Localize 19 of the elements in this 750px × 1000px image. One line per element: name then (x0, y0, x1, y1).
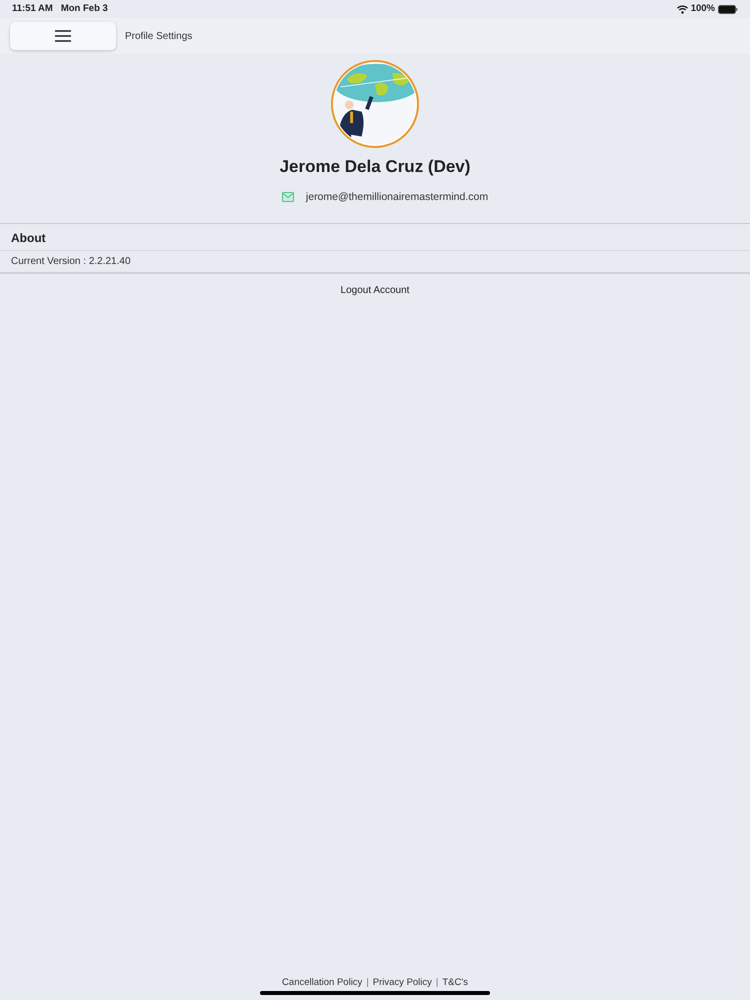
battery-icon (718, 4, 738, 14)
user-email: jerome@themillionairemastermind.com (306, 190, 488, 204)
user-name: Jerome Dela Cruz (Dev) (280, 156, 470, 178)
mail-icon (282, 192, 294, 202)
menu-button[interactable] (10, 22, 116, 50)
menu-icon (55, 30, 71, 42)
battery-percentage: 100% (690, 2, 715, 16)
version-text: Current Version : 2.2.21.40 (0, 251, 750, 274)
page-title: Profile Settings (125, 30, 192, 44)
link-separator: | (365, 976, 370, 990)
status-time: 11:51 AM (12, 2, 53, 16)
footer-link[interactable]: Cancellation Policy (282, 976, 362, 990)
section-heading: About (0, 224, 750, 252)
link-separator: | (434, 976, 440, 990)
logout-button[interactable]: Logout Account (340, 283, 410, 298)
footer-link[interactable]: T&C's (442, 976, 468, 990)
wifi-icon (676, 4, 688, 14)
status-date: Mon Feb 3 (60, 2, 108, 16)
footer-link[interactable]: Privacy Policy (372, 976, 432, 990)
